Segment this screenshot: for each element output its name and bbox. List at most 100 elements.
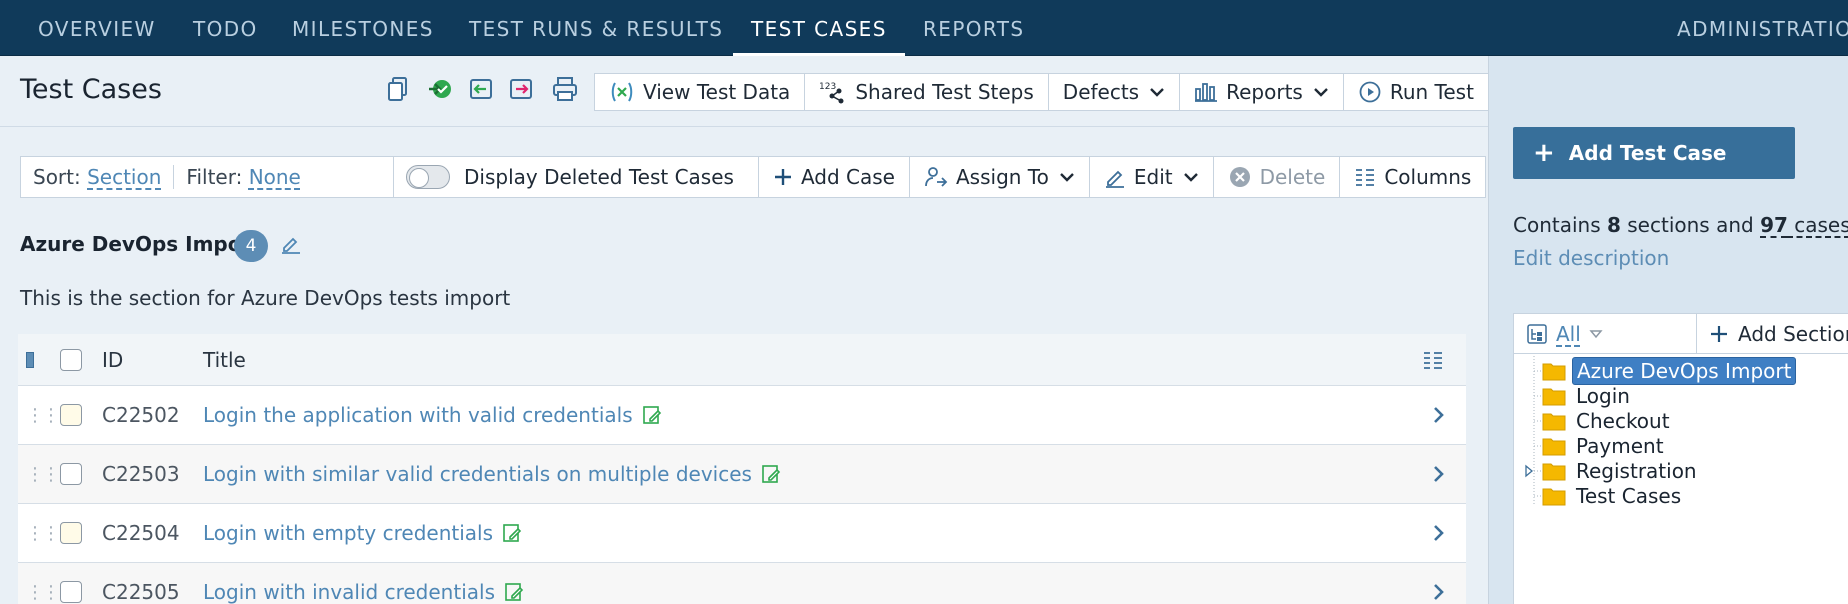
case-id: C22505 [102,580,180,604]
divider [1696,314,1697,354]
print-icon[interactable] [550,74,580,104]
section-count-badge: 4 [234,230,268,262]
play-icon [1359,81,1381,103]
shared-steps-icon: 123 [819,82,844,104]
table-header: ID Title [18,334,1466,386]
filter-control[interactable]: Filter: None [173,165,312,189]
display-deleted-toggle[interactable]: Display Deleted Test Cases [394,157,759,197]
plus-icon [774,169,791,185]
column-settings-icon[interactable] [1422,334,1444,385]
case-title-text[interactable]: Login the application with valid credent… [203,403,633,427]
page-title: Test Cases [20,74,162,105]
export-icon[interactable] [506,74,536,104]
quick-edit-icon[interactable] [641,404,663,426]
title-column-header[interactable]: Title [203,334,246,385]
edit-dropdown[interactable]: Edit [1090,157,1214,197]
drag-handle-icon[interactable]: ⋮⋮ [26,563,60,604]
tab-milestones[interactable]: MILESTONES [292,0,434,56]
case-title-text[interactable]: Login with invalid credentials [203,580,495,604]
main-content: Test Cases View Test Data 123 Shared Tes… [0,56,1489,604]
tree-item-azure-devops-import[interactable]: Azure DevOps Import [1542,357,1797,385]
toggle-switch[interactable] [406,165,450,189]
sort-value-link[interactable]: Section [87,165,161,189]
row-checkbox[interactable] [60,445,82,503]
assign-user-icon [925,167,948,187]
drag-handle-icon[interactable]: ⋮⋮ [26,445,60,503]
case-title-text[interactable]: Login with empty credentials [203,521,493,545]
tree-item-label: Azure DevOps Import [1572,357,1797,385]
case-title-text[interactable]: Login with similar valid credentials on … [203,462,752,486]
table-row[interactable]: ⋮⋮ C22502 Login the application with val… [18,386,1466,445]
tree-item-checkout[interactable]: Checkout [1542,407,1674,435]
tree-item-registration[interactable]: Registration [1542,457,1701,485]
tree-item-label: Login [1576,384,1630,408]
tab-test-cases[interactable]: TEST CASES [733,0,905,56]
assign-to-label: Assign To [955,165,1049,189]
chevron-down-icon [1060,173,1074,182]
delete-button[interactable]: Delete [1214,157,1341,197]
view-test-data-button[interactable]: View Test Data [595,74,806,110]
cases-word: cases [1787,213,1848,237]
tree-item-test-cases[interactable]: Test Cases [1542,482,1685,510]
svg-text:123: 123 [819,82,836,92]
delete-label: Delete [1259,165,1326,189]
chevron-right-icon[interactable] [1432,563,1446,604]
table-row[interactable]: ⋮⋮ C22504 Login with empty credentials [18,504,1466,563]
add-section-label: Add Section [1738,322,1848,346]
quick-edit-icon[interactable] [501,522,523,544]
import-icon[interactable] [466,74,496,104]
row-checkbox[interactable] [60,386,82,444]
tree-filter-dropdown[interactable]: All [1526,314,1603,354]
select-all-checkbox[interactable] [60,334,82,385]
tab-test-runs-results[interactable]: TEST RUNS & RESULTS [469,0,723,56]
shared-test-steps-label: Shared Test Steps [855,80,1034,104]
section-description: This is the section for Azure DevOps tes… [20,286,511,310]
shared-test-steps-button[interactable]: 123 Shared Test Steps [805,74,1049,110]
edit-label: Edit [1133,165,1173,189]
top-navigation: OVERVIEW TODO MILESTONES TEST RUNS & RES… [0,0,1848,56]
filter-value-link[interactable]: None [249,165,301,189]
defects-dropdown[interactable]: Defects [1049,74,1181,110]
tree-item-login[interactable]: Login [1542,382,1634,410]
table-row[interactable]: ⋮⋮ C22505 Login with invalid credentials [18,563,1466,604]
tab-todo[interactable]: TODO [193,0,258,56]
column-marker [26,334,34,385]
tab-overview[interactable]: OVERVIEW [38,0,156,56]
add-case-button[interactable]: Add Case [759,157,910,197]
case-title-link[interactable]: Login the application with valid credent… [203,386,663,444]
move-cases-icon[interactable] [426,74,456,104]
row-checkbox[interactable] [60,563,82,604]
reports-dropdown[interactable]: Reports [1180,74,1344,110]
case-title-link[interactable]: Login with similar valid credentials on … [203,445,782,503]
table-row[interactable]: ⋮⋮ C22503 Login with similar valid crede… [18,445,1466,504]
chevron-down-icon [1313,88,1328,97]
quick-edit-icon[interactable] [503,581,525,603]
add-test-case-button[interactable]: + Add Test Case [1513,127,1795,179]
quick-edit-icon[interactable] [760,463,782,485]
assign-to-dropdown[interactable]: Assign To [910,157,1090,197]
copy-icon[interactable] [384,74,414,104]
columns-button[interactable]: Columns [1340,157,1485,197]
edit-section-icon[interactable] [280,233,302,259]
row-checkbox[interactable] [60,504,82,562]
tab-reports[interactable]: REPORTS [923,0,1025,56]
sort-control[interactable]: Sort: Section [21,165,173,189]
run-test-button[interactable]: Run Test [1344,74,1488,110]
case-title-link[interactable]: Login with invalid credentials [203,563,525,604]
drag-handle-icon[interactable]: ⋮⋮ [26,504,60,562]
chevron-right-icon[interactable] [1432,504,1446,562]
cases-toolbar: Display Deleted Test Cases Add Case Assi… [393,156,1487,198]
tree-filter-label[interactable]: All [1556,322,1581,346]
case-title-link[interactable]: Login with empty credentials [203,504,523,562]
add-section-button[interactable]: Add Section [1710,314,1848,354]
id-column-header[interactable]: ID [102,334,123,385]
expand-arrow-icon[interactable] [1524,464,1534,478]
sort-label: Sort: [33,165,81,189]
chevron-right-icon[interactable] [1432,445,1446,503]
drag-handle-icon[interactable]: ⋮⋮ [26,386,60,444]
tab-administration[interactable]: ADMINISTRATION [1677,0,1848,56]
folder-icon [1542,488,1566,506]
chevron-right-icon[interactable] [1432,386,1446,444]
tree-item-payment[interactable]: Payment [1542,432,1668,460]
edit-description-link[interactable]: Edit description [1513,246,1669,270]
